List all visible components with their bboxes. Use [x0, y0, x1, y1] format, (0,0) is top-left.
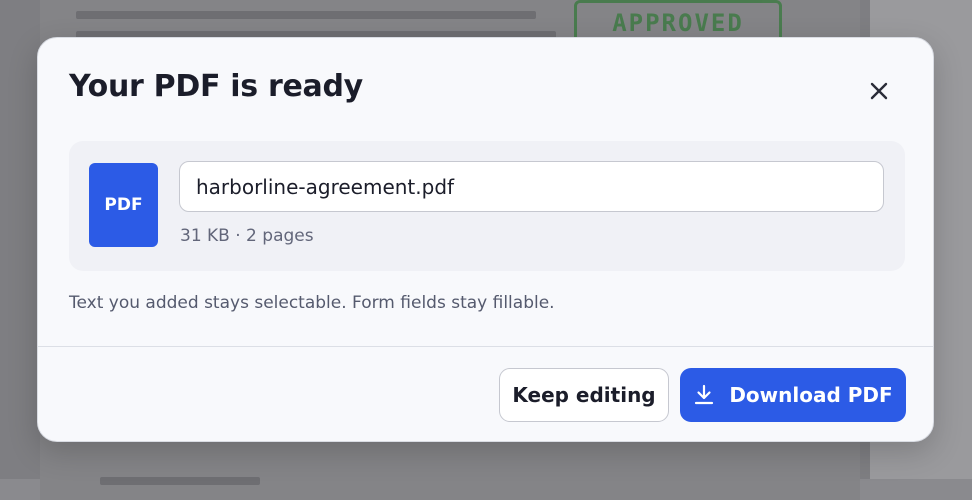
close-button[interactable] [862, 74, 896, 108]
pdf-file-icon: PDF [89, 163, 158, 247]
dialog-title: Your PDF is ready [69, 69, 363, 104]
close-icon [870, 82, 888, 100]
keep-editing-button[interactable]: Keep editing [499, 368, 669, 422]
text-line [76, 11, 536, 19]
download-label: Download PDF [729, 383, 893, 407]
download-pdf-button[interactable]: Download PDF [680, 368, 906, 422]
download-icon [695, 384, 714, 405]
keep-editing-label: Keep editing [512, 383, 656, 407]
text-line [100, 477, 260, 485]
export-dialog: Your PDF is ready PDF 31 KB · 2 pages Te… [37, 37, 934, 442]
file-meta: 31 KB · 2 pages [180, 226, 314, 246]
info-note: Text you added stays selectable. Form fi… [69, 293, 555, 313]
footer-divider [38, 346, 933, 347]
file-card: PDF 31 KB · 2 pages [69, 141, 905, 271]
filename-input[interactable] [179, 161, 884, 212]
